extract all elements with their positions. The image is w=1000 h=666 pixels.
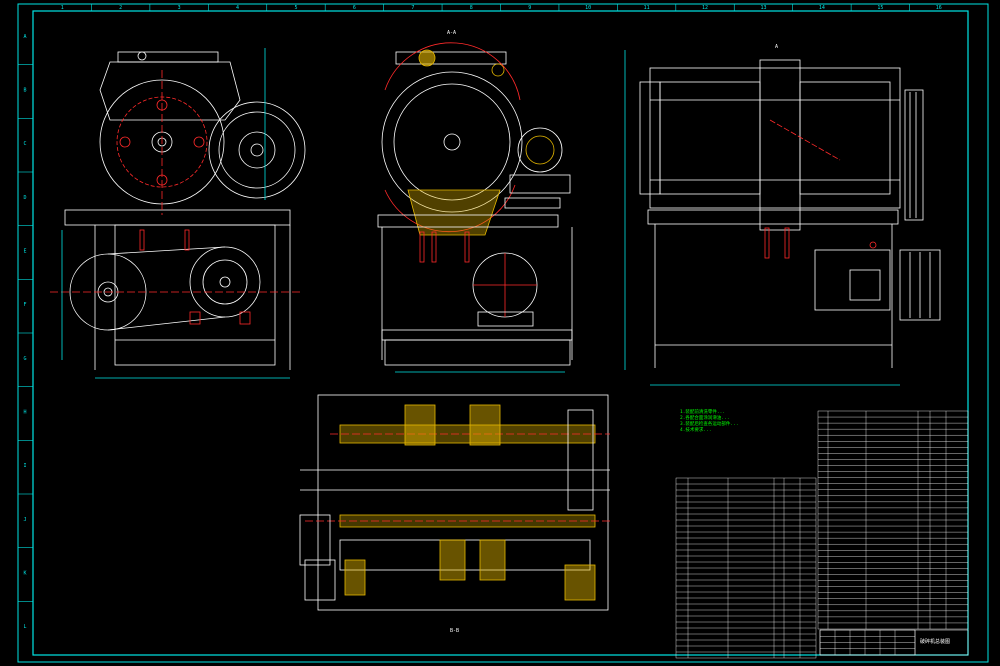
note-line: 3.装配后检查各运动部件... bbox=[680, 420, 739, 427]
view-label-a: A bbox=[775, 44, 778, 50]
zone-marker: 16 bbox=[936, 5, 942, 11]
zone-marker: F bbox=[23, 302, 26, 308]
view-label-bb: B-B bbox=[450, 628, 459, 634]
technical-notes: 1.装配前清洗零件... 2.各配合面涂润滑油... 3.装配后检查各运动部件.… bbox=[680, 408, 739, 433]
note-line: 2.各配合面涂润滑油... bbox=[680, 414, 730, 421]
bom-table-left bbox=[675, 477, 817, 659]
zone-marker: H bbox=[23, 410, 26, 416]
zone-marker: 10 bbox=[585, 5, 591, 11]
zone-marker: G bbox=[23, 356, 26, 362]
zone-marker: 9 bbox=[528, 5, 531, 11]
zone-marker: D bbox=[23, 195, 26, 201]
zone-marker: A bbox=[23, 34, 26, 40]
bom-table-right bbox=[817, 410, 969, 630]
zone-marker: B bbox=[23, 88, 26, 94]
zone-markers-left: A B C D E F G H I J K L bbox=[18, 34, 33, 630]
zone-marker: E bbox=[23, 249, 26, 255]
front-view bbox=[50, 48, 306, 379]
note-line: 1.装配前清洗零件... bbox=[680, 408, 725, 415]
zone-marker: 8 bbox=[470, 5, 473, 11]
zone-marker: 7 bbox=[411, 5, 414, 11]
zone-marker: 1 bbox=[61, 5, 64, 11]
zone-marker: C bbox=[23, 141, 26, 147]
drawing-title: 破碎机总装图 bbox=[920, 638, 950, 645]
zone-marker: J bbox=[23, 517, 26, 523]
zone-marker: K bbox=[23, 571, 26, 577]
zone-marker: 6 bbox=[353, 5, 356, 11]
revision-table bbox=[819, 629, 916, 656]
zone-marker: 15 bbox=[877, 5, 883, 11]
zone-marker: 5 bbox=[294, 5, 297, 11]
view-label-aa: A-A bbox=[447, 30, 456, 36]
zone-marker: 11 bbox=[644, 5, 650, 11]
section-view-aa bbox=[377, 42, 573, 373]
zone-markers-top: 1 2 3 4 5 6 7 8 9 10 11 12 13 14 15 16 bbox=[61, 4, 942, 11]
zone-marker: 13 bbox=[760, 5, 766, 11]
zone-marker: 3 bbox=[178, 5, 181, 11]
zone-marker: L bbox=[23, 624, 26, 630]
zone-marker: I bbox=[23, 463, 26, 469]
zone-marker: 2 bbox=[119, 5, 122, 11]
section-view-bb bbox=[299, 394, 610, 611]
zone-marker: 12 bbox=[702, 5, 708, 11]
side-view bbox=[624, 50, 941, 386]
zone-marker: 4 bbox=[236, 5, 239, 11]
note-line: 4.技术要求... bbox=[680, 426, 712, 433]
zone-marker: 14 bbox=[819, 5, 825, 11]
drawing-sheet: 1 2 3 4 5 6 7 8 9 10 11 12 13 14 15 16 ABCDEFGHIJKL bbox=[17, 3, 989, 663]
